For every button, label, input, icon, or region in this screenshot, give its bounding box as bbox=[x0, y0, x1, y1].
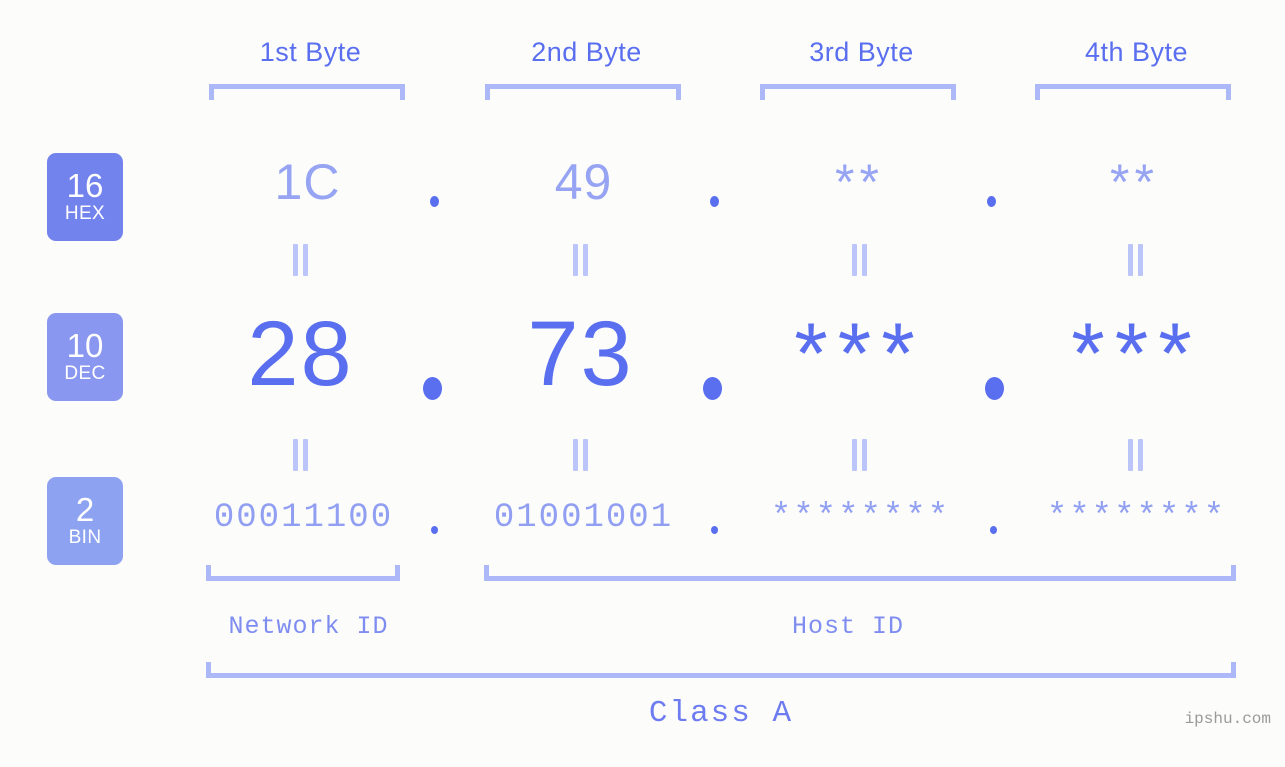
byte-header-label-4: 4th Byte bbox=[1084, 37, 1189, 67]
dec-separator-dot-1 bbox=[423, 377, 442, 400]
hex-separator-dot-1 bbox=[430, 196, 439, 207]
hex-byte-2: 49 bbox=[554, 154, 613, 210]
equality-mark-hex-dec-2 bbox=[572, 244, 590, 276]
host-id-label: Host ID bbox=[791, 612, 905, 641]
bin-byte-3: ******** bbox=[770, 499, 951, 537]
base-badge-bin-number: 2 bbox=[75, 491, 95, 528]
base-badge-hex-name: HEX bbox=[64, 203, 106, 224]
hex-byte-4: ** bbox=[1110, 154, 1159, 210]
equality-mark-dec-bin-2 bbox=[572, 439, 590, 471]
base-badge-bin-name: BIN bbox=[68, 527, 102, 548]
base-badge-bin: 2 BIN bbox=[47, 477, 123, 565]
byte-header-label-3: 3rd Byte bbox=[809, 37, 914, 67]
hex-byte-1: 1C bbox=[274, 154, 341, 210]
hex-separator-dot-3 bbox=[987, 196, 996, 207]
equality-mark-dec-bin-1 bbox=[292, 439, 310, 471]
bin-byte-2: 01001001 bbox=[493, 499, 674, 537]
hex-byte-3: ** bbox=[835, 154, 884, 210]
byte-bracket-3 bbox=[760, 84, 956, 100]
dec-byte-1: 28 bbox=[247, 303, 354, 405]
base-badge-dec-number: 10 bbox=[66, 327, 104, 364]
byte-bracket-4 bbox=[1035, 84, 1231, 100]
equality-mark-dec-bin-3 bbox=[851, 439, 869, 471]
bin-byte-4: ******** bbox=[1046, 499, 1227, 537]
dec-separator-dot-3 bbox=[985, 377, 1004, 400]
bin-separator-dot-2 bbox=[711, 526, 718, 534]
hex-separator-dot-2 bbox=[710, 196, 719, 207]
byte-header-label-2: 2nd Byte bbox=[531, 37, 642, 67]
dec-byte-2: 73 bbox=[527, 303, 634, 405]
equality-mark-hex-dec-3 bbox=[851, 244, 869, 276]
site-watermark: ipshu.com bbox=[1184, 710, 1271, 728]
dec-separator-dot-2 bbox=[703, 377, 722, 400]
bin-separator-dot-3 bbox=[990, 526, 997, 534]
network-id-bracket bbox=[206, 565, 400, 581]
base-badge-hex: 16 HEX bbox=[47, 153, 123, 241]
class-bracket bbox=[206, 662, 1236, 678]
base-badge-dec-name: DEC bbox=[64, 363, 106, 384]
equality-mark-hex-dec-1 bbox=[292, 244, 310, 276]
base-badge-hex-number: 16 bbox=[66, 167, 104, 204]
network-id-label: Network ID bbox=[228, 612, 389, 641]
class-label: Class A bbox=[648, 696, 794, 731]
dec-byte-3: *** bbox=[794, 306, 925, 402]
base-badge-dec: 10 DEC bbox=[47, 313, 123, 401]
byte-bracket-2 bbox=[485, 84, 681, 100]
equality-mark-dec-bin-4 bbox=[1127, 439, 1145, 471]
byte-bracket-1 bbox=[209, 84, 405, 100]
bin-separator-dot-1 bbox=[431, 526, 438, 534]
bin-byte-1: 00011100 bbox=[213, 499, 394, 537]
host-id-bracket bbox=[484, 565, 1236, 581]
equality-mark-hex-dec-4 bbox=[1127, 244, 1145, 276]
ip-address-breakdown-diagram: 1st Byte 2nd Byte 3rd Byte 4th Byte 16 H… bbox=[0, 0, 1285, 767]
dec-byte-4: *** bbox=[1071, 306, 1202, 402]
byte-header-label-1: 1st Byte bbox=[259, 37, 362, 67]
